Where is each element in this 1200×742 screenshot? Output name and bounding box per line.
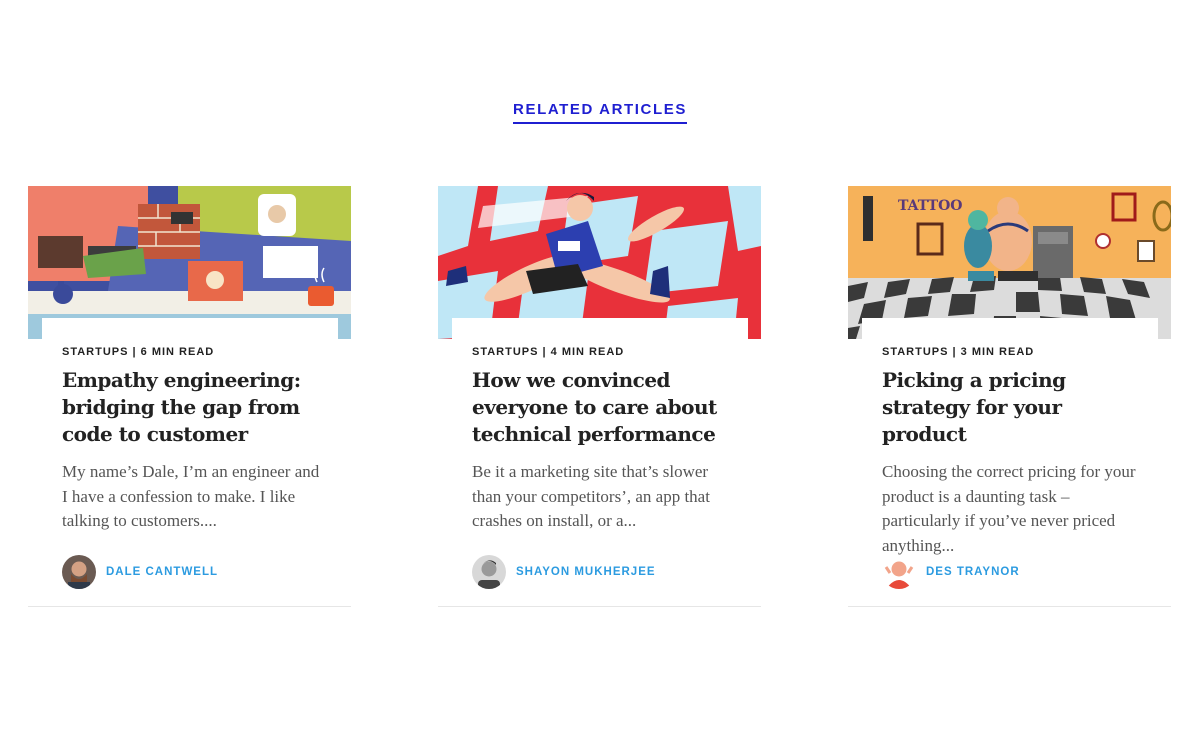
avatar[interactable] — [882, 555, 916, 589]
author-name-link[interactable]: DES TRAYNOR — [926, 566, 1020, 578]
article-author: DALE CANTWELL — [62, 555, 218, 589]
article-meta: STARTUPS | 3 MIN READ — [882, 346, 1035, 358]
avatar[interactable] — [62, 555, 96, 589]
article-excerpt: Be it a marketing site that’s slower tha… — [472, 462, 710, 530]
article-author: DES TRAYNOR — [882, 555, 1020, 589]
article-meta: STARTUPS | 6 MIN READ — [62, 346, 215, 358]
avatar[interactable] — [472, 555, 506, 589]
author-name-link[interactable]: SHAYON MUKHERJEE — [516, 566, 656, 578]
article-title[interactable]: How we convinced everyone to care about … — [472, 367, 722, 448]
article-author: SHAYON MUKHERJEE — [472, 555, 656, 589]
article-meta: STARTUPS | 4 MIN READ — [472, 346, 625, 358]
article-excerpt: Choosing the correct pricing for your pr… — [882, 462, 1136, 555]
article-content: STARTUPS | 6 MIN READ Empathy engineerin… — [42, 318, 338, 578]
article-card[interactable]: TATTOO STARTUPS | 3 MIN READ Picking a p… — [848, 186, 1171, 607]
article-image[interactable] — [438, 186, 761, 339]
author-name-link[interactable]: DALE CANTWELL — [106, 566, 218, 578]
section-header: RELATED ARTICLES — [0, 99, 1200, 124]
article-content: STARTUPS | 3 MIN READ Picking a pricing … — [862, 318, 1158, 578]
article-content: STARTUPS | 4 MIN READ How we convinced e… — [452, 318, 748, 578]
article-card[interactable]: STARTUPS | 6 MIN READ Empathy engineerin… — [28, 186, 351, 607]
article-image[interactable]: TATTOO — [848, 186, 1171, 339]
article-excerpt: My name’s Dale, I’m an engineer and I ha… — [62, 462, 320, 530]
article-title[interactable]: Empathy engineering: bridging the gap fr… — [62, 367, 312, 448]
article-image[interactable] — [28, 186, 351, 339]
svg-text:TATTOO: TATTOO — [898, 198, 962, 214]
article-title[interactable]: Picking a pricing strategy for your prod… — [882, 367, 1132, 448]
article-card[interactable]: STARTUPS | 4 MIN READ How we convinced e… — [438, 186, 761, 607]
related-articles-link[interactable]: RELATED ARTICLES — [513, 101, 687, 124]
